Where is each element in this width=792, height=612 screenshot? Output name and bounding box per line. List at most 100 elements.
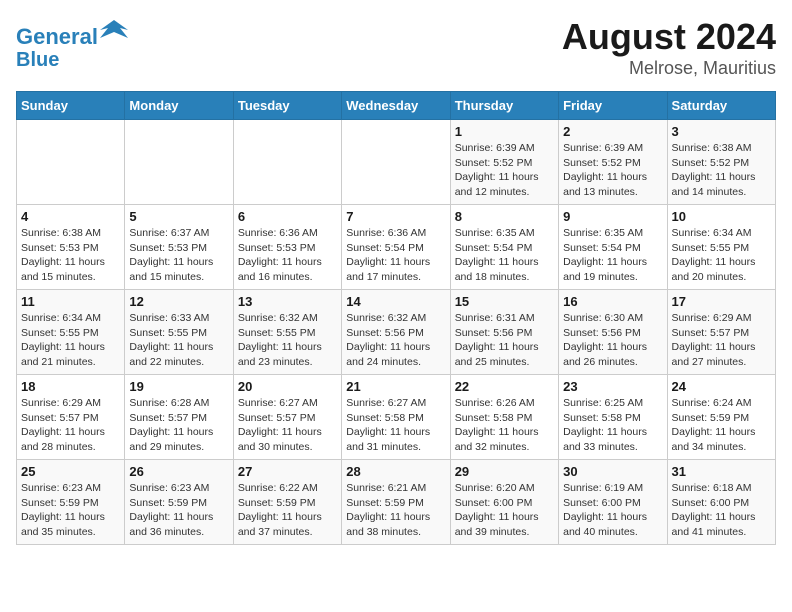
calendar-cell <box>125 120 233 205</box>
day-number: 19 <box>129 379 228 394</box>
day-number: 22 <box>455 379 554 394</box>
day-number: 15 <box>455 294 554 309</box>
calendar-cell: 1 Sunrise: 6:39 AM Sunset: 5:52 PM Daylig… <box>450 120 558 205</box>
calendar-cell: 10 Sunrise: 6:34 AM Sunset: 5:55 PM Dayli… <box>667 205 775 290</box>
day-number: 4 <box>21 209 120 224</box>
calendar-cell: 25 Sunrise: 6:23 AM Sunset: 5:59 PM Dayli… <box>17 460 125 545</box>
calendar-week-4: 25 Sunrise: 6:23 AM Sunset: 5:59 PM Dayli… <box>17 460 776 545</box>
day-number: 7 <box>346 209 445 224</box>
day-info: Sunrise: 6:19 AM Sunset: 6:00 PM Dayligh… <box>563 481 662 540</box>
calendar-cell: 9 Sunrise: 6:35 AM Sunset: 5:54 PM Daylig… <box>559 205 667 290</box>
day-info: Sunrise: 6:35 AM Sunset: 5:54 PM Dayligh… <box>563 226 662 285</box>
calendar-week-2: 11 Sunrise: 6:34 AM Sunset: 5:55 PM Dayli… <box>17 290 776 375</box>
day-number: 8 <box>455 209 554 224</box>
calendar-cell: 12Sunrise: 6:33 AM Sunset: 5:55 PM Dayli… <box>125 290 233 375</box>
calendar-cell: 2 Sunrise: 6:39 AM Sunset: 5:52 PM Daylig… <box>559 120 667 205</box>
day-info: Sunrise: 6:38 AM Sunset: 5:52 PM Dayligh… <box>672 141 771 200</box>
day-number: 1 <box>455 124 554 139</box>
calendar-cell: 30 Sunrise: 6:19 AM Sunset: 6:00 PM Dayli… <box>559 460 667 545</box>
month-year: August 2024 <box>562 16 776 58</box>
day-number: 23 <box>563 379 662 394</box>
logo-bird-icon <box>100 16 128 44</box>
day-info: Sunrise: 6:39 AM Sunset: 5:52 PM Dayligh… <box>563 141 662 200</box>
day-number: 2 <box>563 124 662 139</box>
weekday-header-row: SundayMondayTuesdayWednesdayThursdayFrid… <box>17 92 776 120</box>
day-info: Sunrise: 6:20 AM Sunset: 6:00 PM Dayligh… <box>455 481 554 540</box>
calendar-cell: 27Sunrise: 6:22 AM Sunset: 5:59 PM Dayli… <box>233 460 341 545</box>
day-number: 30 <box>563 464 662 479</box>
calendar-cell: 5 Sunrise: 6:37 AM Sunset: 5:53 PM Daylig… <box>125 205 233 290</box>
weekday-thursday: Thursday <box>450 92 558 120</box>
day-info: Sunrise: 6:30 AM Sunset: 5:56 PM Dayligh… <box>563 311 662 370</box>
day-info: Sunrise: 6:24 AM Sunset: 5:59 PM Dayligh… <box>672 396 771 455</box>
day-info: Sunrise: 6:18 AM Sunset: 6:00 PM Dayligh… <box>672 481 771 540</box>
weekday-monday: Monday <box>125 92 233 120</box>
calendar-cell: 8 Sunrise: 6:35 AM Sunset: 5:54 PM Daylig… <box>450 205 558 290</box>
day-number: 13 <box>238 294 337 309</box>
calendar-cell: 19 Sunrise: 6:28 AM Sunset: 5:57 PM Dayli… <box>125 375 233 460</box>
day-number: 14 <box>346 294 445 309</box>
day-info: Sunrise: 6:32 AM Sunset: 5:55 PM Dayligh… <box>238 311 337 370</box>
day-number: 10 <box>672 209 771 224</box>
logo: General Blue <box>16 16 128 71</box>
day-info: Sunrise: 6:35 AM Sunset: 5:54 PM Dayligh… <box>455 226 554 285</box>
day-number: 28 <box>346 464 445 479</box>
day-info: Sunrise: 6:28 AM Sunset: 5:57 PM Dayligh… <box>129 396 228 455</box>
calendar-cell <box>342 120 450 205</box>
day-info: Sunrise: 6:25 AM Sunset: 5:58 PM Dayligh… <box>563 396 662 455</box>
weekday-tuesday: Tuesday <box>233 92 341 120</box>
day-number: 26 <box>129 464 228 479</box>
calendar-cell: 13 Sunrise: 6:32 AM Sunset: 5:55 PM Dayli… <box>233 290 341 375</box>
day-info: Sunrise: 6:39 AM Sunset: 5:52 PM Dayligh… <box>455 141 554 200</box>
calendar-cell: 11 Sunrise: 6:34 AM Sunset: 5:55 PM Dayli… <box>17 290 125 375</box>
calendar-cell: 7 Sunrise: 6:36 AM Sunset: 5:54 PM Daylig… <box>342 205 450 290</box>
day-info: Sunrise: 6:27 AM Sunset: 5:57 PM Dayligh… <box>238 396 337 455</box>
calendar-cell: 4 Sunrise: 6:38 AM Sunset: 5:53 PM Daylig… <box>17 205 125 290</box>
day-info: Sunrise: 6:26 AM Sunset: 5:58 PM Dayligh… <box>455 396 554 455</box>
calendar-week-0: 1 Sunrise: 6:39 AM Sunset: 5:52 PM Daylig… <box>17 120 776 205</box>
calendar-cell: 26 Sunrise: 6:23 AM Sunset: 5:59 PM Dayli… <box>125 460 233 545</box>
logo-general: General <box>16 24 98 49</box>
day-info: Sunrise: 6:27 AM Sunset: 5:58 PM Dayligh… <box>346 396 445 455</box>
logo-blue: Blue <box>16 49 128 71</box>
logo-text: General <box>16 16 128 49</box>
calendar-header: SundayMondayTuesdayWednesdayThursdayFrid… <box>17 92 776 120</box>
calendar-cell: 24Sunrise: 6:24 AM Sunset: 5:59 PM Dayli… <box>667 375 775 460</box>
calendar-cell: 14 Sunrise: 6:32 AM Sunset: 5:56 PM Dayli… <box>342 290 450 375</box>
location: Melrose, Mauritius <box>562 58 776 79</box>
day-number: 25 <box>21 464 120 479</box>
day-number: 6 <box>238 209 337 224</box>
weekday-friday: Friday <box>559 92 667 120</box>
day-info: Sunrise: 6:36 AM Sunset: 5:53 PM Dayligh… <box>238 226 337 285</box>
weekday-wednesday: Wednesday <box>342 92 450 120</box>
calendar-cell: 17Sunrise: 6:29 AM Sunset: 5:57 PM Dayli… <box>667 290 775 375</box>
day-info: Sunrise: 6:32 AM Sunset: 5:56 PM Dayligh… <box>346 311 445 370</box>
calendar-cell: 15Sunrise: 6:31 AM Sunset: 5:56 PM Dayli… <box>450 290 558 375</box>
calendar-table: SundayMondayTuesdayWednesdayThursdayFrid… <box>16 91 776 545</box>
day-info: Sunrise: 6:36 AM Sunset: 5:54 PM Dayligh… <box>346 226 445 285</box>
day-number: 12 <box>129 294 228 309</box>
day-info: Sunrise: 6:37 AM Sunset: 5:53 PM Dayligh… <box>129 226 228 285</box>
month-title: August 2024 Melrose, Mauritius <box>562 16 776 79</box>
calendar-body: 1 Sunrise: 6:39 AM Sunset: 5:52 PM Daylig… <box>17 120 776 545</box>
calendar-cell: 28 Sunrise: 6:21 AM Sunset: 5:59 PM Dayli… <box>342 460 450 545</box>
day-info: Sunrise: 6:23 AM Sunset: 5:59 PM Dayligh… <box>21 481 120 540</box>
day-number: 17 <box>672 294 771 309</box>
day-info: Sunrise: 6:34 AM Sunset: 5:55 PM Dayligh… <box>21 311 120 370</box>
calendar-cell <box>233 120 341 205</box>
day-info: Sunrise: 6:29 AM Sunset: 5:57 PM Dayligh… <box>21 396 120 455</box>
calendar-cell: 23 Sunrise: 6:25 AM Sunset: 5:58 PM Dayli… <box>559 375 667 460</box>
calendar-cell: 18Sunrise: 6:29 AM Sunset: 5:57 PM Dayli… <box>17 375 125 460</box>
day-info: Sunrise: 6:38 AM Sunset: 5:53 PM Dayligh… <box>21 226 120 285</box>
day-number: 3 <box>672 124 771 139</box>
day-number: 9 <box>563 209 662 224</box>
calendar-cell: 31 Sunrise: 6:18 AM Sunset: 6:00 PM Dayli… <box>667 460 775 545</box>
day-info: Sunrise: 6:23 AM Sunset: 5:59 PM Dayligh… <box>129 481 228 540</box>
day-number: 5 <box>129 209 228 224</box>
day-number: 31 <box>672 464 771 479</box>
day-info: Sunrise: 6:21 AM Sunset: 5:59 PM Dayligh… <box>346 481 445 540</box>
day-number: 11 <box>21 294 120 309</box>
day-info: Sunrise: 6:34 AM Sunset: 5:55 PM Dayligh… <box>672 226 771 285</box>
calendar-cell: 21Sunrise: 6:27 AM Sunset: 5:58 PM Dayli… <box>342 375 450 460</box>
calendar-week-3: 18Sunrise: 6:29 AM Sunset: 5:57 PM Dayli… <box>17 375 776 460</box>
